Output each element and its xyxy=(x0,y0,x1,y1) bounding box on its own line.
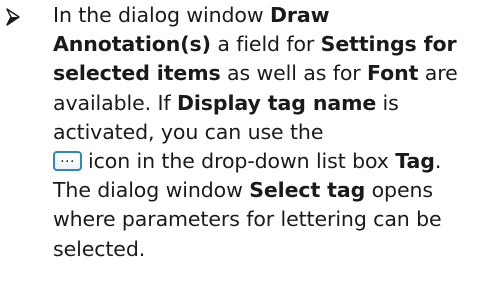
option-name-display-tag-name: Display tag name xyxy=(176,90,377,115)
text-segment: a field for xyxy=(210,32,321,57)
text-segment: as well as for xyxy=(220,61,368,86)
field-name-font: Font xyxy=(367,61,419,86)
ellipsis-button-icon: ... xyxy=(53,150,82,172)
text-segment: icon in the drop-down list box xyxy=(88,149,396,174)
ellipsis-label: ... xyxy=(60,150,75,167)
instruction-paragraph: In the dialog window Draw Annotation(s) … xyxy=(53,1,475,264)
list-box-name-tag: Tag xyxy=(395,149,435,174)
dialog-name-select-tag: Select tag xyxy=(249,178,366,203)
arrowhead-bullet-icon xyxy=(6,8,20,26)
text-segment: In the dialog window xyxy=(53,3,270,27)
